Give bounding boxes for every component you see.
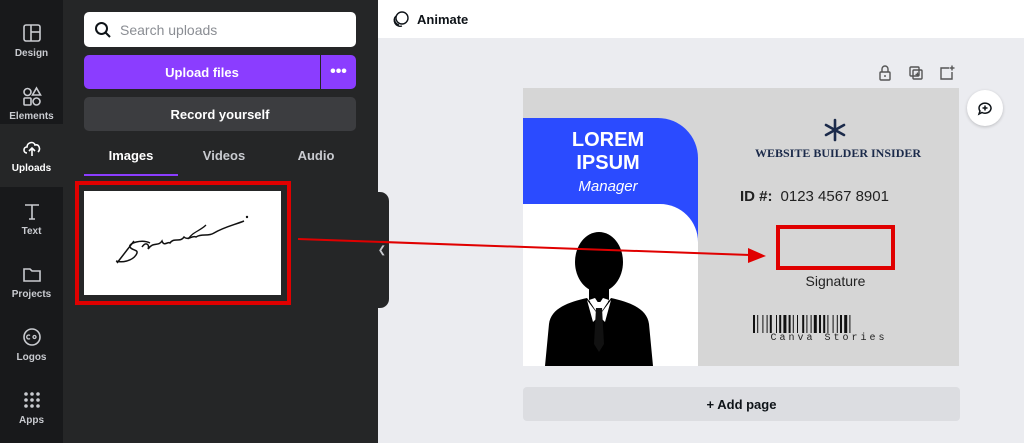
barcode-bar (769, 315, 772, 333)
rail-item-text[interactable]: Text (0, 187, 63, 250)
barcode-bar (753, 315, 755, 333)
lock-icon[interactable] (876, 64, 894, 82)
barcode-bar (819, 315, 821, 333)
brand-asterisk-icon (824, 118, 846, 142)
signature-image-thumbnail[interactable] (84, 191, 281, 295)
barcode-bar (840, 315, 842, 333)
uploads-panel: Upload files ••• Record yourself Images … (63, 0, 378, 443)
comment-plus-icon (977, 102, 992, 116)
signature-placeholder-highlight (776, 225, 895, 270)
rail-item-logos[interactable]: Logos (0, 313, 63, 376)
text-icon (24, 204, 39, 220)
grid-dots-icon (23, 392, 40, 408)
layout-icon (22, 24, 41, 42)
barcode-graphic (753, 315, 851, 333)
top-bar: Animate (378, 0, 1024, 38)
rail-label: Design (14, 48, 49, 59)
barcode-bar (779, 315, 782, 333)
duplicate-page-icon[interactable] (907, 64, 925, 82)
rail-label: Elements (9, 111, 54, 122)
animate-button[interactable]: Animate (417, 12, 468, 27)
signature-label[interactable]: Signature (773, 273, 898, 289)
add-comment-button[interactable] (967, 90, 1003, 126)
upload-more-options-button[interactable]: ••• (321, 55, 356, 89)
record-yourself-button[interactable]: Record yourself (84, 97, 356, 131)
barcode-bar (757, 315, 759, 333)
rail-item-design[interactable]: Design (0, 9, 63, 72)
add-page-icon[interactable] (938, 64, 956, 82)
rail-item-projects[interactable]: Projects (0, 250, 63, 313)
barcode-bar (802, 315, 805, 333)
barcode-bar (823, 315, 826, 333)
rail-label: Text (21, 226, 42, 237)
left-rail: Design Elements Uploads Text Projects Lo… (0, 0, 63, 443)
tab-audio[interactable]: Audio (269, 148, 363, 176)
barcode-bar (806, 315, 808, 333)
barcode-bar (783, 315, 787, 333)
barcode-bar (792, 315, 794, 333)
barcode-bar (832, 315, 834, 333)
barcode-bar (776, 315, 777, 333)
rail-item-apps[interactable]: Apps (0, 376, 63, 439)
barcode-bar (836, 315, 838, 333)
barcode-bar (766, 315, 768, 333)
rail-item-uploads[interactable]: Uploads (0, 124, 63, 187)
person-silhouette-icon (545, 232, 653, 366)
rail-label: Uploads (11, 163, 52, 174)
barcode-caption[interactable]: Canva Stories (749, 333, 909, 344)
tab-images[interactable]: Images (84, 148, 178, 176)
chevron-left-icon: ❮ (377, 244, 387, 256)
rail-label: Logos (16, 352, 47, 363)
folder-icon (22, 268, 41, 282)
name-last[interactable]: IPSUM (523, 152, 693, 175)
id-value: 0123 4567 8901 (780, 188, 889, 205)
barcode-bar (844, 315, 848, 333)
id-card-page[interactable]: LOREM IPSUM Manager WEBSITE BUILDER INSI… (523, 88, 959, 366)
id-number-line[interactable]: ID #: 0123 4567 8901 (740, 188, 889, 205)
brand-name[interactable]: WEBSITE BUILDER INSIDER (753, 146, 923, 161)
barcode-bar (788, 315, 791, 333)
barcode-bar (849, 315, 851, 333)
upload-files-button[interactable]: Upload files (84, 55, 320, 89)
barcode-bar (810, 315, 812, 333)
cloud-upload-icon (22, 141, 40, 156)
role-text[interactable]: Manager (523, 178, 693, 195)
rail-label: Apps (19, 415, 44, 426)
signature-scribble (115, 215, 249, 264)
photo-area[interactable] (523, 204, 698, 366)
barcode-bar (797, 315, 798, 333)
rail-label: Projects (11, 289, 52, 300)
search-icon (95, 21, 111, 38)
tab-videos[interactable]: Videos (177, 148, 271, 176)
logo-badge-icon (22, 328, 41, 346)
search-box[interactable] (84, 12, 356, 47)
search-input[interactable] (120, 21, 340, 38)
name-first[interactable]: LOREM (523, 129, 693, 152)
barcode-bar (827, 315, 829, 333)
collapse-panel-handle[interactable]: ❮ (375, 192, 389, 308)
barcode-bar (813, 315, 817, 333)
animate-icon (393, 11, 409, 27)
active-tab-indicator (84, 174, 178, 176)
shapes-icon (22, 86, 42, 106)
add-page-button[interactable]: + Add page (523, 387, 960, 421)
id-label: ID #: (740, 188, 773, 205)
barcode-bar (762, 315, 764, 333)
